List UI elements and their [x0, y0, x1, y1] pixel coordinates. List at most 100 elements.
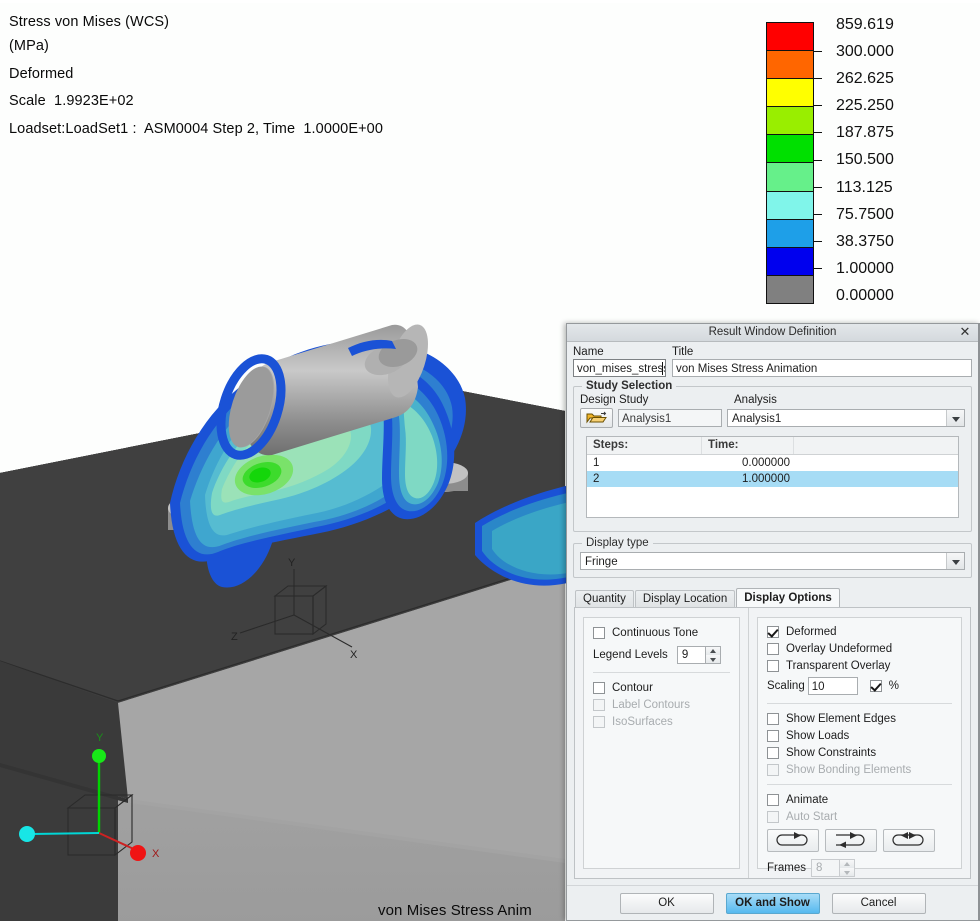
title-input[interactable]: von Mises Stress Animation — [672, 359, 972, 377]
legend-band — [767, 23, 813, 52]
show-loads-checkbox[interactable]: Show Loads — [767, 730, 952, 742]
analysis-select[interactable]: Analysis1 — [727, 409, 965, 427]
stepper-down-icon[interactable] — [705, 655, 720, 663]
continuous-tone-label: Continuous Tone — [612, 627, 699, 639]
checkbox-box — [593, 699, 605, 711]
table-row[interactable]: 2 1.000000 — [587, 471, 958, 487]
svg-text:Y: Y — [288, 557, 296, 569]
study-selection-label: Study Selection — [582, 380, 677, 392]
svg-text:Z: Z — [231, 631, 238, 643]
animate-loop-forward-icon[interactable] — [767, 829, 819, 852]
tab-display-location[interactable]: Display Location — [634, 590, 736, 607]
tab-display-options[interactable]: Display Options — [736, 588, 840, 607]
legend-tick — [814, 240, 822, 242]
animate-cycle-icon[interactable] — [825, 829, 877, 852]
transparent-overlay-checkbox[interactable]: Transparent Overlay — [767, 660, 952, 672]
steps-table[interactable]: Steps: Time: 1 0.000000 2 1.000000 — [586, 436, 959, 518]
animate-checkbox[interactable]: Animate — [767, 794, 952, 806]
legend-label: 150.500 — [836, 151, 894, 169]
deformed-label: Deformed — [786, 626, 837, 638]
name-input[interactable]: von_mises_stress — [573, 359, 666, 377]
dialog-titlebar[interactable]: Result Window Definition ✕ — [567, 324, 978, 342]
legend-tick — [814, 267, 822, 269]
svg-text:X: X — [350, 649, 358, 661]
overlay-undeformed-checkbox[interactable]: Overlay Undeformed — [767, 643, 952, 655]
legend-label: 113.125 — [836, 178, 893, 196]
result-window-definition-dialog[interactable]: Result Window Definition ✕ Name Title vo… — [566, 323, 980, 921]
checkbox-box — [767, 713, 779, 725]
legend-tick — [814, 105, 822, 107]
svg-text:X: X — [152, 848, 160, 860]
divider — [593, 672, 730, 673]
checkbox-box — [767, 794, 779, 806]
loop-forward-glyph — [776, 832, 808, 846]
transparent-overlay-label: Transparent Overlay — [786, 660, 891, 672]
stepper-up-icon[interactable] — [705, 647, 720, 655]
checkbox-box — [767, 811, 779, 823]
animation-mode-buttons[interactable] — [767, 829, 952, 852]
design-study-value[interactable]: Analysis1 — [618, 409, 722, 427]
legend-tick — [814, 159, 822, 161]
legend-tick — [814, 213, 822, 215]
show-element-edges-label: Show Element Edges — [786, 713, 896, 725]
ok-and-show-button[interactable]: OK and Show — [725, 892, 820, 914]
legend-levels-stepper[interactable]: 9 — [676, 646, 721, 664]
legend-label: 225.250 — [836, 97, 894, 115]
tab-quantity[interactable]: Quantity — [575, 590, 634, 607]
checkbox-box — [767, 643, 779, 655]
legend-band — [767, 275, 813, 303]
checkbox-box — [767, 660, 779, 672]
show-constraints-checkbox[interactable]: Show Constraints — [767, 747, 952, 759]
study-selection-group: Study Selection Design Study Analysis An… — [573, 380, 972, 532]
spacer-cell — [794, 455, 958, 471]
scaling-input[interactable]: 10 — [807, 677, 858, 695]
cycle-glyph — [836, 832, 865, 848]
ok-button[interactable]: OK — [619, 892, 714, 914]
steps-table-header: Steps: Time: — [587, 437, 958, 455]
legend-band — [767, 247, 813, 276]
legend-band — [767, 107, 813, 136]
cancel-button[interactable]: Cancel — [831, 892, 926, 914]
tab-bar[interactable]: Quantity Display Location Display Option… — [575, 588, 972, 607]
checkbox-box — [767, 764, 779, 776]
chevron-down-icon[interactable] — [946, 553, 964, 569]
legend-label: 300.000 — [836, 43, 894, 61]
close-icon[interactable]: ✕ — [958, 325, 972, 339]
legend-label: 75.7500 — [836, 205, 894, 223]
show-bonding-elements-checkbox: Show Bonding Elements — [767, 764, 952, 776]
table-row[interactable]: 1 0.000000 — [587, 455, 958, 471]
scaling-label: Scaling — [767, 680, 805, 692]
show-element-edges-checkbox[interactable]: Show Element Edges — [767, 713, 952, 725]
legend-band — [767, 219, 813, 248]
chevron-down-icon[interactable] — [946, 410, 964, 426]
display-type-value: Fringe — [585, 556, 618, 568]
legend-label: 859.619 — [836, 16, 894, 33]
display-options-left-pane: Continuous Tone Legend Levels 9 Contour … — [575, 608, 749, 878]
legend-levels-arrows[interactable] — [704, 646, 721, 664]
legend-band — [767, 79, 813, 108]
label-contours-label: Label Contours — [612, 699, 690, 711]
open-folder-icon[interactable] — [580, 408, 613, 428]
overlay-undeformed-label: Overlay Undeformed — [786, 643, 893, 655]
show-bonding-elements-label: Show Bonding Elements — [786, 764, 912, 776]
contour-checkbox[interactable]: Contour — [593, 682, 730, 694]
svg-text:Y: Y — [96, 732, 104, 744]
legend-levels-value[interactable]: 9 — [676, 646, 705, 664]
deformed-checkbox[interactable]: Deformed — [767, 626, 952, 638]
checkbox-box — [593, 716, 605, 728]
display-type-select[interactable]: Fringe — [580, 552, 965, 570]
annotation-line-5: Loadset:LoadSet1 : ASM0004 Step 2, Time … — [9, 121, 384, 137]
analysis-label: Analysis — [734, 394, 777, 406]
display-options-right-pane: Deformed Overlay Undeformed Transparent … — [749, 608, 970, 878]
name-label: Name — [573, 346, 604, 358]
animate-loop-reverse-icon[interactable] — [883, 829, 935, 852]
animate-label: Animate — [786, 794, 829, 806]
legend-label-list: 859.619 300.000 262.625 225.250 187.875 150.5… — [836, 11, 894, 309]
continuous-tone-checkbox[interactable]: Continuous Tone — [593, 627, 730, 639]
dialog-footer: OK OK and Show Cancel — [567, 885, 978, 920]
scaling-percent-checkbox[interactable]: % — [869, 680, 899, 692]
frames-value: 8 — [810, 859, 839, 877]
legend-label: 187.875 — [836, 124, 894, 142]
frames-arrows — [838, 859, 855, 877]
annotation-line-2: (MPa) — [9, 38, 49, 54]
